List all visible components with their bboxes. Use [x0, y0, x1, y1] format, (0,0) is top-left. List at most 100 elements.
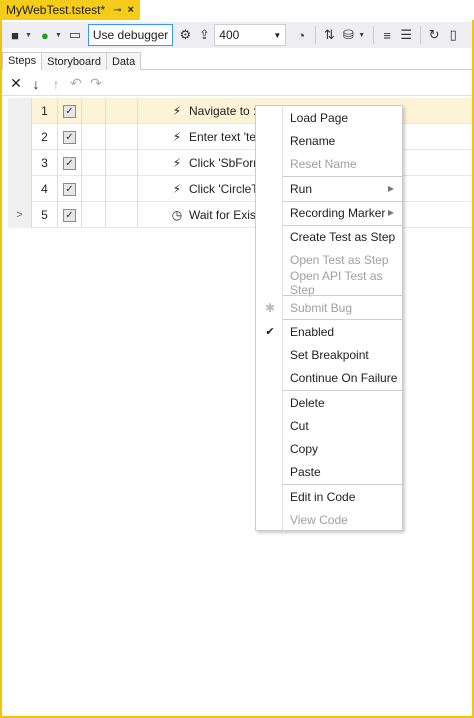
breakpoint-cell[interactable] — [82, 202, 106, 228]
menu-item-label: Reset Name — [290, 156, 357, 171]
check-icon: ✓ — [63, 208, 76, 222]
phone-icon[interactable]: ▯ — [444, 26, 462, 44]
clock-icon: ◷ — [171, 208, 183, 222]
browser-size-value: 400 — [219, 28, 240, 42]
breakpoint-cell[interactable] — [82, 98, 106, 124]
status-cell — [106, 124, 138, 150]
menu-item-label: Cut — [290, 418, 309, 433]
toolbar-separator — [420, 26, 422, 44]
tab-data[interactable]: Data — [105, 52, 142, 70]
menu-item-label: Load Page — [290, 110, 349, 125]
menu-item-label: Recording Marker — [290, 205, 386, 220]
menu-item-label: Delete — [290, 395, 325, 410]
row-expander[interactable] — [8, 150, 32, 176]
step-number: 4 — [32, 176, 58, 202]
close-icon[interactable]: × — [128, 4, 134, 16]
menu-item-label: Copy — [290, 441, 319, 456]
action-icon: ⚡ — [172, 104, 182, 118]
redo-icon[interactable]: ↷ — [86, 74, 106, 94]
steps-action-bar: ✕ ↓ ↑ ↶ ↷ — [2, 72, 472, 96]
chevron-down-icon[interactable]: ▼ — [55, 32, 62, 39]
elements-icon[interactable]: ⇅ — [320, 26, 338, 44]
step-number: 3 — [32, 150, 58, 176]
chevron-down-icon[interactable]: ▼ — [25, 32, 32, 39]
breakpoint-cell[interactable] — [82, 124, 106, 150]
action-icon: ⚡ — [172, 130, 182, 144]
move-down-icon[interactable]: ↓ — [26, 74, 46, 94]
bug-icon: ✱ — [264, 300, 276, 315]
export-icon[interactable]: ⇪ — [195, 26, 213, 44]
menu-item-load-page[interactable]: Load Page — [256, 106, 402, 129]
wrap-icon[interactable]: ≡ — [378, 26, 396, 44]
row-expander[interactable] — [8, 124, 32, 150]
move-up-icon[interactable]: ↑ — [46, 74, 66, 94]
tab-storyboard[interactable]: Storyboard — [41, 52, 107, 70]
chevron-down-icon: ▼ — [273, 30, 282, 40]
menu-item-reset-name: Reset Name — [256, 152, 402, 175]
step-enabled-checkbox[interactable]: ✓ — [58, 124, 82, 150]
row-expander[interactable]: > — [8, 202, 32, 228]
menu-item-set-breakpoint[interactable]: Set Breakpoint — [256, 343, 402, 366]
document-tab-strip: MyWebTest.tstest* ⊸ × — [0, 0, 474, 20]
menu-item-run[interactable]: Run ▶ — [256, 177, 402, 200]
menu-item-copy[interactable]: Copy — [256, 437, 402, 460]
menu-item-paste[interactable]: Paste — [256, 460, 402, 483]
browser-size-select[interactable]: 400 ▼ — [214, 24, 287, 46]
step-number: 2 — [32, 124, 58, 150]
menu-item-cut[interactable]: Cut — [256, 414, 402, 437]
menu-item-label: Edit in Code — [290, 489, 356, 504]
step-number: 5 — [32, 202, 58, 228]
toolbar-separator — [315, 26, 317, 44]
menu-item-label: Set Breakpoint — [290, 347, 369, 362]
action-icon: ⚡ — [172, 182, 182, 196]
breakpoint-cell[interactable] — [82, 176, 106, 202]
storage-icon[interactable]: ⛁ — [339, 26, 357, 44]
menu-item-submit-bug: ✱ Submit Bug — [256, 296, 402, 319]
status-cell — [106, 150, 138, 176]
chevron-down-icon[interactable]: ▼ — [358, 32, 365, 39]
menu-item-rename[interactable]: Rename — [256, 129, 402, 152]
submenu-arrow-icon: ▶ — [387, 208, 394, 217]
row-expander[interactable] — [8, 98, 32, 124]
menu-item-enabled[interactable]: ✔ Enabled — [256, 320, 402, 343]
run-icon[interactable]: ● — [36, 26, 54, 44]
menu-item-label: Rename — [290, 133, 336, 148]
step-enabled-checkbox[interactable]: ✓ — [58, 150, 82, 176]
menu-item-continue-on-failure[interactable]: Continue On Failure — [256, 366, 402, 389]
menu-item-label: View Code — [290, 512, 348, 527]
check-icon: ✓ — [63, 156, 76, 170]
document-tab-title: MyWebTest.tstest* — [6, 3, 106, 17]
record-icon[interactable]: ■ — [6, 26, 24, 44]
breakpoint-cell[interactable] — [82, 150, 106, 176]
menu-item-open-api-test-as-step: Open API Test as Step — [256, 268, 402, 297]
status-cell — [106, 202, 138, 228]
document-tab[interactable]: MyWebTest.tstest* ⊸ × — [0, 0, 140, 20]
status-cell — [106, 176, 138, 202]
step-enabled-checkbox[interactable]: ✓ — [58, 98, 82, 124]
screen-icon[interactable]: ▭ — [66, 26, 84, 44]
row-expander[interactable] — [8, 176, 32, 202]
menu-item-create-test-as-step[interactable]: Create Test as Step — [256, 225, 402, 248]
menu-item-label: Open Test as Step — [290, 252, 389, 267]
menu-item-delete[interactable]: Delete — [256, 391, 402, 414]
menu-item-recording-marker[interactable]: Recording Marker ▶ — [256, 201, 402, 224]
menu-item-label: Create Test as Step — [290, 229, 396, 244]
step-enabled-checkbox[interactable]: ✓ — [58, 202, 82, 228]
use-debugger-button[interactable]: Use debugger — [87, 24, 174, 46]
toolbar-separator — [373, 26, 375, 44]
menu-item-edit-in-code[interactable]: Edit in Code — [256, 485, 402, 508]
menu-item-label: Run — [290, 181, 313, 196]
delete-step-icon[interactable]: ✕ — [6, 74, 26, 94]
pin-icon[interactable]: ⊸ — [113, 5, 121, 16]
step-enabled-checkbox[interactable]: ✓ — [58, 176, 82, 202]
clock-icon[interactable]: ◔ — [292, 26, 310, 44]
refresh-icon[interactable]: ↻ — [425, 26, 443, 44]
tab-steps[interactable]: Steps — [2, 52, 43, 70]
sort-icon[interactable]: ☰ — [397, 26, 415, 44]
checkmark-icon: ✔ — [265, 326, 275, 338]
undo-icon[interactable]: ↶ — [66, 74, 86, 94]
check-icon: ✓ — [63, 130, 76, 144]
menu-item-label: Open API Test as Step — [290, 268, 383, 297]
test-toolbar: ■ ▼ ● ▼ ▭ Use debugger ⚙ ⇪ 400 ▼ ◔ ⇅ ⛁ ▼… — [2, 22, 472, 48]
gear-icon[interactable]: ⚙ — [176, 26, 194, 44]
